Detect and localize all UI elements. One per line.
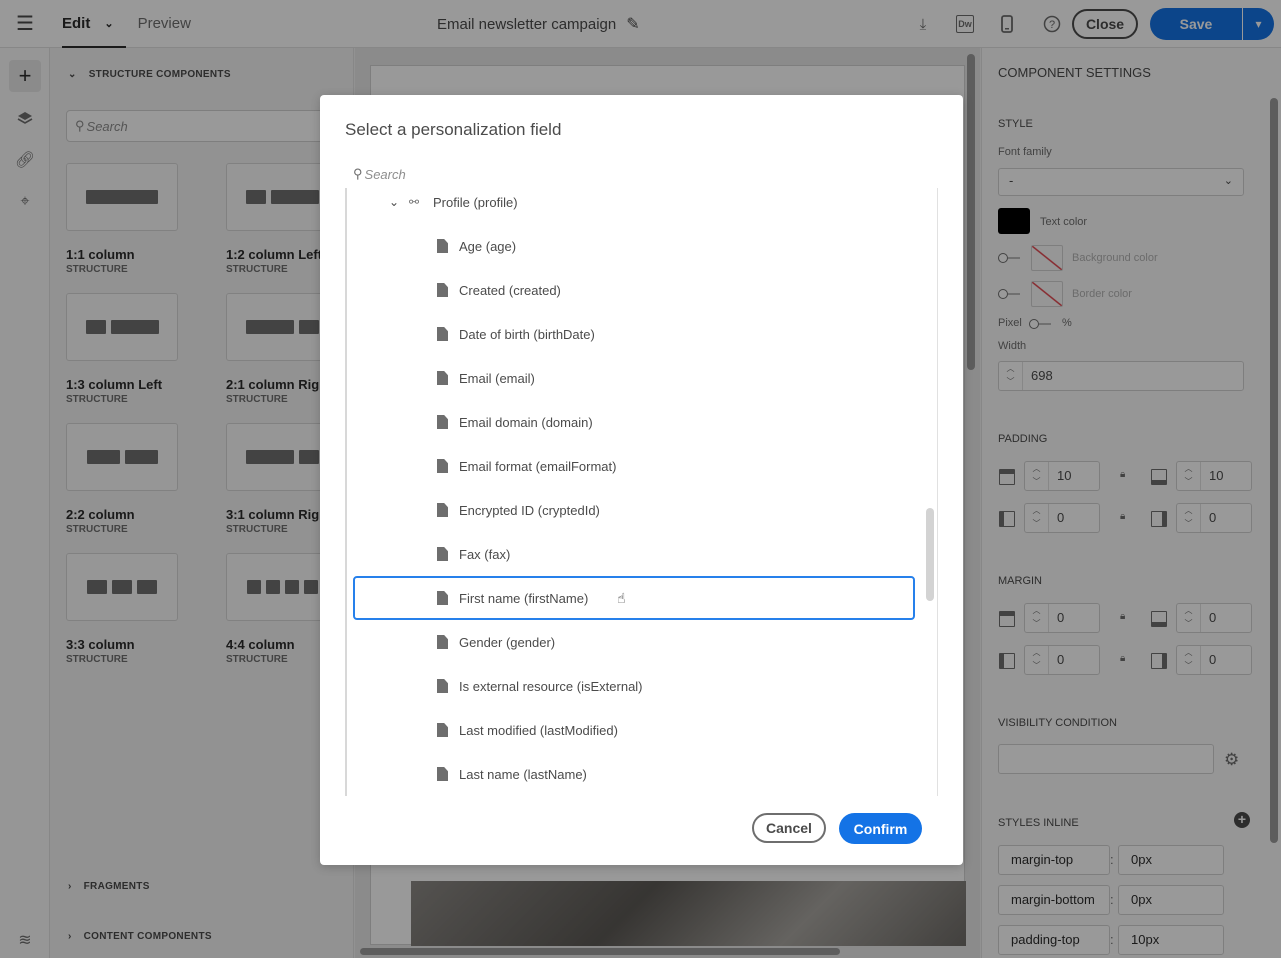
field-search-placeholder: Search xyxy=(364,166,406,182)
field-label: Fax (fax) xyxy=(459,546,511,562)
file-icon xyxy=(437,679,448,693)
confirm-button[interactable]: Confirm xyxy=(839,813,922,844)
field-item[interactable]: Date of birth (birthDate) xyxy=(347,312,927,356)
hand-cursor-icon: ☝︎ xyxy=(617,590,626,606)
field-label: Last name (lastName) xyxy=(459,766,587,782)
field-item[interactable]: Last modified (lastModified) xyxy=(347,708,927,752)
tree-scrollbar[interactable] xyxy=(926,508,934,601)
field-label: Created (created) xyxy=(459,282,561,298)
field-item[interactable]: Email domain (domain) xyxy=(347,400,927,444)
field-item[interactable]: Gender (gender) xyxy=(347,620,927,664)
file-icon xyxy=(437,327,448,341)
field-label: Date of birth (birthDate) xyxy=(459,326,595,342)
file-icon xyxy=(437,283,448,297)
file-icon xyxy=(437,459,448,473)
file-icon xyxy=(437,415,448,429)
file-icon xyxy=(437,767,448,781)
field-label: Is external resource (isExternal) xyxy=(459,678,643,694)
file-icon xyxy=(437,723,448,737)
cancel-button[interactable]: Cancel xyxy=(752,813,826,843)
field-item[interactable]: Email format (emailFormat) xyxy=(347,444,927,488)
field-label: Gender (gender) xyxy=(459,634,556,650)
field-label: Encrypted ID (cryptedId) xyxy=(459,502,600,518)
file-icon xyxy=(437,239,448,253)
field-label: Email domain (domain) xyxy=(459,414,593,430)
field-item[interactable]: Age (age) xyxy=(347,224,927,268)
field-item[interactable]: Email (email) xyxy=(347,356,927,400)
field-item[interactable]: Fax (fax) xyxy=(347,532,927,576)
dialog-title: Select a personalization field xyxy=(345,120,562,139)
file-icon xyxy=(437,371,448,385)
field-item[interactable]: Created (created) xyxy=(347,268,927,312)
field-label: First name (firstName) xyxy=(459,590,589,606)
field-item[interactable]: Last name (lastName) xyxy=(347,752,927,796)
chevron-down-icon[interactable]: ⌄ xyxy=(389,195,399,209)
tree-node-label: Profile (profile) xyxy=(433,194,518,210)
field-search-input[interactable]: ⚲ Search xyxy=(353,163,903,185)
field-item[interactable]: Is external resource (isExternal) xyxy=(347,664,927,708)
field-label: Email format (emailFormat) xyxy=(459,458,617,474)
search-icon: ⚲ xyxy=(353,166,363,181)
link-node-icon: ⚯ xyxy=(409,195,420,209)
field-tree[interactable]: ⌄ ⚯ Profile (profile) Age (age) Created … xyxy=(345,188,938,796)
tree-node-profile[interactable]: ⌄ ⚯ Profile (profile) xyxy=(347,188,927,224)
file-icon xyxy=(437,547,448,561)
personalization-field-dialog: Select a personalization field ⚲ Search … xyxy=(320,95,963,865)
field-item-selected[interactable]: First name (firstName) ☝︎ xyxy=(347,576,927,620)
file-icon xyxy=(437,503,448,517)
file-icon xyxy=(437,635,448,649)
field-item[interactable]: Encrypted ID (cryptedId) xyxy=(347,488,927,532)
field-label: Age (age) xyxy=(459,238,517,254)
field-label: Email (email) xyxy=(459,370,535,386)
selection-indicator xyxy=(345,576,347,620)
field-label: Last modified (lastModified) xyxy=(459,722,618,738)
